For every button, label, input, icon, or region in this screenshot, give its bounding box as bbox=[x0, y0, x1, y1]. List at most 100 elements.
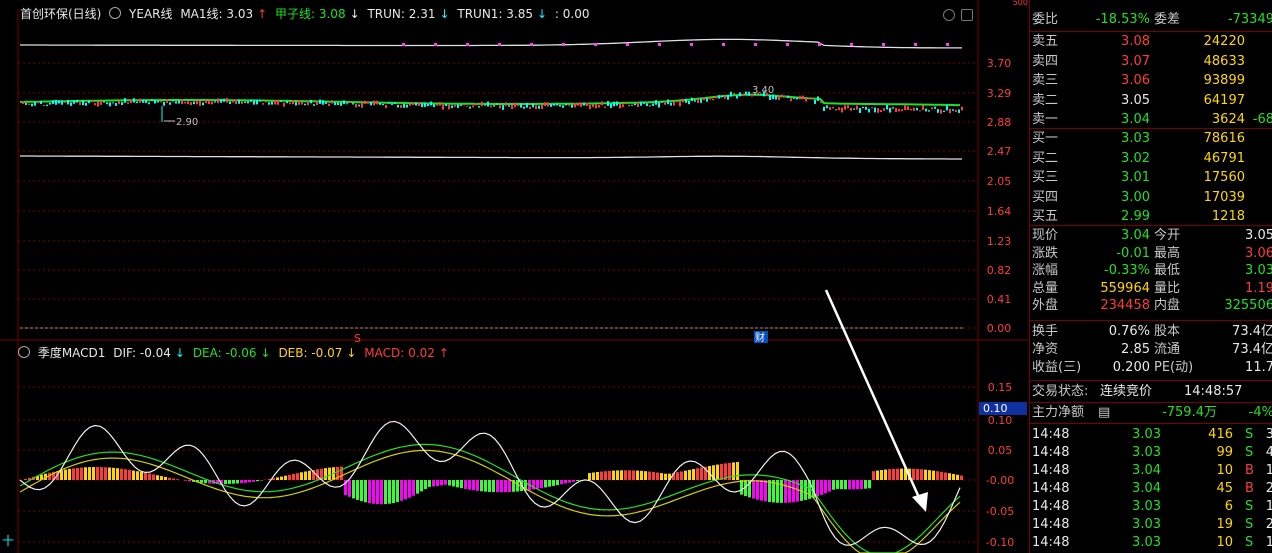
ask-volume: 3624 bbox=[1211, 112, 1245, 127]
macd-bar bbox=[296, 473, 299, 480]
kline-chart-canvas[interactable]: 3.70 3.29 2.88 2.47 2.05 1.64 1.23 0.82 0.41 0.00… bbox=[0, 0, 1028, 553]
main-flow-menu-icon: ▤ bbox=[1098, 405, 1111, 420]
candle bbox=[127, 102, 129, 104]
tick-volume: 19 bbox=[1216, 517, 1233, 532]
settings-icon[interactable] bbox=[18, 346, 30, 358]
candle bbox=[79, 102, 81, 105]
candle bbox=[607, 101, 609, 106]
macd-bar bbox=[396, 480, 399, 503]
macd-bar bbox=[576, 480, 579, 482]
candle bbox=[337, 102, 339, 105]
down-arrow-icon: ↓ bbox=[349, 7, 360, 21]
candle bbox=[376, 100, 378, 105]
ask-row[interactable]: 卖三 3.06 93899 bbox=[1030, 72, 1272, 90]
cursor-crosshair-icon: 十 bbox=[2, 534, 15, 548]
candle bbox=[706, 98, 708, 102]
bid-row[interactable]: 买二 3.02 46791 bbox=[1030, 150, 1272, 168]
tick-row[interactable]: 14:48 3.04 10 B1 bbox=[1030, 462, 1272, 480]
main-flow-row[interactable]: 主力净额 ▤ -759.4万 -4% bbox=[1030, 404, 1272, 422]
candle bbox=[568, 104, 570, 106]
candle bbox=[832, 106, 834, 109]
macd-bar bbox=[924, 469, 927, 480]
stat-value: 3.06 bbox=[1245, 245, 1272, 261]
trade-status-row[interactable]: 交易状态: 连续竞价 14:48:57 bbox=[1030, 383, 1272, 401]
tick-row[interactable]: 14:48 3.03 19 S2 bbox=[1030, 516, 1272, 534]
macd-bar bbox=[120, 468, 123, 480]
weibi-row[interactable]: 委比 -18.53% 委差 -73349 bbox=[1030, 11, 1272, 29]
fund-row[interactable]: 收益(三) 0.200 PE(动) 11.7 bbox=[1030, 359, 1272, 377]
tick-row[interactable]: 14:48 3.04 45 B2 bbox=[1030, 480, 1272, 498]
macd-bar bbox=[816, 480, 819, 497]
macd-bar bbox=[416, 480, 419, 494]
bid-row[interactable]: 买一 3.03 78616 bbox=[1030, 130, 1272, 148]
candle bbox=[304, 103, 306, 106]
candle bbox=[394, 102, 396, 104]
signal-marker bbox=[850, 43, 853, 46]
candle bbox=[841, 107, 843, 113]
ask-row[interactable]: 卖一 3.04 3624 -68 bbox=[1030, 111, 1272, 129]
candle bbox=[112, 102, 114, 104]
stat-row[interactable]: 外盘 234458 内盘 325506 bbox=[1030, 297, 1272, 315]
macd-bar bbox=[468, 480, 471, 490]
macd-bar bbox=[696, 468, 699, 480]
macd-bar bbox=[916, 468, 919, 480]
candle bbox=[814, 99, 816, 104]
tick-price: 3.04 bbox=[1132, 463, 1161, 478]
restore-icon[interactable] bbox=[961, 9, 973, 21]
stat-label: 最高 bbox=[1154, 245, 1181, 261]
ma1-label: MA1线: 3.03 bbox=[180, 7, 254, 21]
bid-level-label: 买四 bbox=[1032, 189, 1059, 205]
fund-row[interactable]: 换手 0.76% 股本 73.4亿 bbox=[1030, 323, 1272, 341]
settings-icon[interactable] bbox=[109, 7, 122, 19]
zoom-icon[interactable] bbox=[943, 9, 955, 21]
bid-row[interactable]: 买四 3.00 17039 bbox=[1030, 189, 1272, 207]
signal-marker bbox=[466, 43, 469, 46]
tick-row[interactable]: 14:48 3.03 10 S1 bbox=[1030, 534, 1272, 552]
ask-price: 3.04 bbox=[1121, 112, 1150, 127]
tick-row[interactable]: 14:48 3.03 99 S4 bbox=[1030, 444, 1272, 462]
fund-row[interactable]: 净资 2.85 流通 73.4亿 bbox=[1030, 341, 1272, 359]
candle bbox=[184, 101, 186, 104]
bid-row[interactable]: 买五 2.99 1218 bbox=[1030, 208, 1272, 226]
candle bbox=[445, 104, 447, 107]
bid-row[interactable]: 买三 3.01 17560 bbox=[1030, 169, 1272, 187]
ask-row[interactable]: 卖二 3.05 64197 bbox=[1030, 92, 1272, 110]
candle bbox=[553, 104, 555, 106]
main-chart-header: 首创环保(日线) YEAR线 MA1线: 3.03 ↑ 甲子线: 3.08 ↓ TR… bbox=[20, 6, 593, 22]
macd-indicator-name[interactable]: 季度MACD1 bbox=[38, 346, 106, 360]
candle bbox=[133, 98, 135, 103]
macd-bar bbox=[476, 480, 479, 491]
tick-row[interactable]: 14:48 3.03 416 S3 bbox=[1030, 426, 1272, 444]
candle bbox=[733, 93, 735, 95]
candle bbox=[88, 100, 90, 104]
stock-name-label[interactable]: 首创环保(日线) bbox=[20, 7, 101, 21]
macd-bar bbox=[840, 480, 843, 490]
candle bbox=[199, 100, 201, 106]
stat-row[interactable]: 涨幅 -0.33% 最低 3.03 bbox=[1030, 262, 1272, 280]
tick-row[interactable]: 14:48 3.03 6S1 bbox=[1030, 498, 1272, 516]
stat-row[interactable]: 总量 559964 量比 1.19 bbox=[1030, 280, 1272, 298]
candle bbox=[433, 104, 435, 108]
candle bbox=[52, 100, 54, 104]
ask-row[interactable]: 卖五 3.08 24220 bbox=[1030, 33, 1272, 51]
candle bbox=[790, 98, 792, 102]
candle bbox=[160, 101, 162, 103]
candle bbox=[328, 103, 330, 107]
stat-row[interactable]: 现价 3.04 今开 3.05 bbox=[1030, 227, 1272, 245]
candle bbox=[829, 107, 831, 110]
candle bbox=[472, 105, 474, 108]
candle bbox=[421, 103, 423, 108]
candle bbox=[400, 105, 402, 108]
macd-bar bbox=[876, 470, 879, 480]
candle bbox=[559, 104, 561, 107]
stat-row[interactable]: 涨跌 -0.01 最高 3.06 bbox=[1030, 245, 1272, 263]
candle bbox=[940, 109, 942, 114]
stat-label: 外盘 bbox=[1032, 298, 1059, 313]
ask-row[interactable]: 卖四 3.07 48633 bbox=[1030, 53, 1272, 71]
macd-bar bbox=[740, 480, 743, 495]
candle bbox=[637, 102, 639, 107]
chart-area[interactable]: 3.70 3.29 2.88 2.47 2.05 1.64 1.23 0.82 0.41 0.00… bbox=[0, 0, 1028, 553]
candle bbox=[229, 101, 231, 105]
candle bbox=[817, 96, 819, 101]
candle bbox=[961, 106, 963, 111]
